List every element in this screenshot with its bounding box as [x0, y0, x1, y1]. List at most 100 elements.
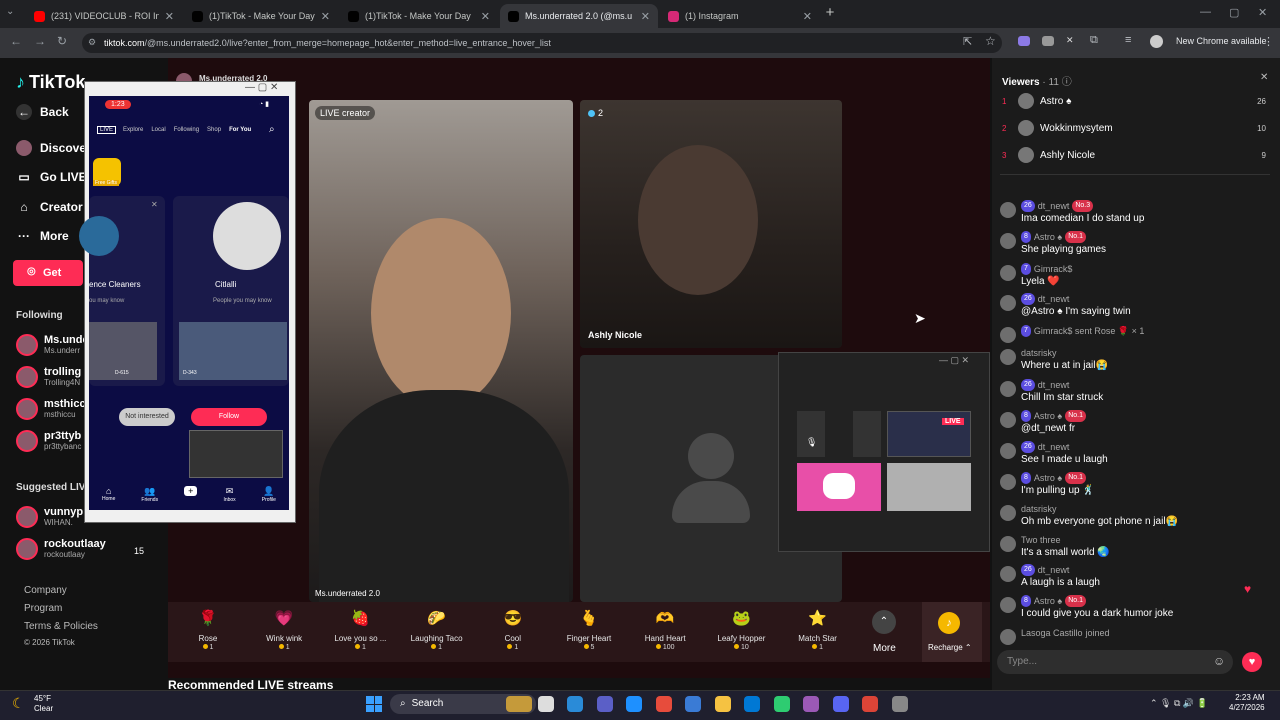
blank-tile[interactable]	[853, 411, 881, 457]
chat-message[interactable]: 8 Astro ♠ No.1 I'm pulling up 🕺	[1000, 472, 1272, 497]
extension-icon[interactable]	[1018, 36, 1030, 46]
chrome-icon[interactable]	[655, 696, 672, 712]
viewer-row[interactable]: 2 Wokkinmysytem 10	[1002, 120, 1266, 136]
xbox-icon[interactable]	[773, 696, 790, 712]
phone-nav-item[interactable]: ✉ Inbox	[223, 486, 235, 503]
tray-icons[interactable]: ⌃ 🎙 ⧉ 🔊 🔋	[1150, 698, 1208, 709]
phone-tab[interactable]: Following	[174, 127, 199, 133]
following-item[interactable]: msthicc msthiccu	[16, 398, 86, 420]
widget-icon[interactable]	[506, 696, 532, 712]
following-item[interactable]: pr3ttyb pr3ttybanc	[16, 430, 81, 452]
guest-video[interactable]: 2 Ashly Nicole	[580, 100, 842, 348]
chat-username[interactable]: Lasoga Castillo	[1021, 627, 1083, 639]
browser-tab[interactable]: (1)TikTok - Make Your Day ✕	[184, 4, 338, 28]
recharge-button[interactable]: Recharge ⌃	[928, 643, 972, 652]
nav-discover[interactable]: Discove	[16, 140, 86, 156]
outlook-icon[interactable]	[744, 696, 760, 712]
phone-nav-item[interactable]: 👥 Friends	[141, 486, 158, 503]
footer-link[interactable]: Company	[24, 585, 67, 596]
chat-message[interactable]: Lasoga Castillo joined	[1000, 627, 1272, 645]
dismiss-icon[interactable]: ✕	[151, 200, 158, 209]
following-item[interactable]: trolling Trolling4N	[16, 366, 81, 388]
chat-message[interactable]: 26 dt_newt No.3 Ima comedian I do stand up	[1000, 200, 1272, 225]
minimize-icon[interactable]: —	[1200, 6, 1211, 18]
chat-message[interactable]: 8 Astro ♠ No.1 I could give you a dark humo…	[1000, 595, 1272, 620]
browser-tab[interactable]: Ms.underrated 2.0 (@ms.u ✕	[500, 4, 658, 28]
chrome-menu-icon[interactable]: ⋮	[1263, 35, 1274, 48]
pip-preview[interactable]	[189, 430, 283, 478]
chat-username[interactable]: Gimrack$ sent Rose 🌹 × 1	[1034, 325, 1145, 337]
address-bar[interactable]: tiktok.com/@ms.underrated2.0/live?enter_…	[82, 33, 1002, 53]
settings-icon[interactable]	[891, 696, 908, 712]
open-in-app-icon[interactable]: ⇱	[963, 35, 972, 48]
new-chrome-available[interactable]: New Chrome available	[1176, 36, 1267, 46]
tab-search-icon[interactable]: ⌄	[6, 6, 14, 17]
discord-icon[interactable]	[832, 696, 849, 712]
viewer-row[interactable]: 1 Astro ♠ 26	[1002, 93, 1266, 109]
phone-nav-item[interactable]: 👤 Profile	[262, 486, 276, 503]
mic-tile[interactable]: 🎙	[797, 411, 825, 457]
get-coins-button[interactable]: ◎ Get	[13, 260, 83, 286]
gift-item[interactable]: 🫰 Finger Heart 5	[559, 608, 619, 651]
suggested-item[interactable]: vunnyp WIHAN.	[16, 506, 83, 528]
extensions-puzzle-icon[interactable]: ⧉	[1090, 34, 1098, 47]
photo-tile[interactable]	[887, 463, 971, 511]
phone-nav-item[interactable]: ⌂ Home	[102, 486, 115, 503]
reload-icon[interactable]: ↻	[57, 34, 67, 48]
chat-message[interactable]: 8 Astro ♠ No.1 She playing games	[1000, 231, 1272, 256]
suggested-card-2[interactable]: Citlalli People you may know D-343	[173, 196, 289, 386]
footer-link[interactable]: Program	[24, 603, 62, 614]
gift-item[interactable]: 😎 Cool 1	[483, 608, 543, 651]
teams-icon[interactable]	[596, 696, 613, 712]
extension-icon[interactable]: ✕	[1066, 35, 1074, 46]
chat-username[interactable]: Gimrack$	[1034, 263, 1073, 275]
gift-item[interactable]: 🌮 Laughing Taco 1	[407, 608, 467, 651]
profile-avatar[interactable]	[1150, 35, 1163, 48]
gift-item[interactable]: 🫶 Hand Heart 100	[635, 608, 695, 651]
host-video[interactable]: LIVE creator Ms.underrated 2.0	[309, 100, 573, 602]
new-tab-button[interactable]: +	[822, 5, 838, 22]
tiktok-logo[interactable]: ♪ TikTok	[16, 72, 85, 93]
chat-message[interactable]: 26 dt_newt @Astro ♠ I'm saying twin	[1000, 293, 1272, 318]
tab-close-icon[interactable]: ✕	[641, 10, 650, 23]
nav-more[interactable]: ··· More	[16, 228, 69, 244]
chat-message[interactable]: 7 Gimrack$ Lyela ❤️	[1000, 263, 1272, 288]
more-gifts-chevron-icon[interactable]: ⌃	[872, 610, 896, 634]
windows-start-icon[interactable]	[366, 696, 382, 712]
chat-username[interactable]: datsrisky	[1021, 503, 1057, 515]
chat-message[interactable]: 26 dt_newt See I made u laugh	[1000, 441, 1272, 466]
chrome-icon[interactable]	[862, 696, 878, 712]
maximize-icon[interactable]: ▢	[1229, 6, 1239, 19]
explorer-icon[interactable]	[714, 696, 731, 712]
gift-item[interactable]: 🌹 Rose 1	[178, 608, 238, 651]
suggested-item[interactable]: rockoutlaay rockoutlaay	[16, 538, 106, 560]
discord-tile[interactable]	[797, 463, 881, 511]
chat-username[interactable]: dt_newt	[1038, 293, 1070, 305]
gift-item[interactable]: 🐸 Leafy Hopper 10	[711, 608, 771, 651]
follow-button[interactable]: Follow	[191, 408, 267, 426]
task-view-icon[interactable]	[537, 696, 554, 712]
phone-tab[interactable]: Explore	[123, 127, 143, 133]
taskbar-clock[interactable]: 2:23 AM 4/27/2026	[1229, 693, 1265, 713]
following-item[interactable]: Ms.unde Ms.underr	[16, 334, 89, 356]
browser-tab[interactable]: (1)TikTok - Make Your Day ✕	[340, 4, 498, 28]
chat-message[interactable]: 7 Gimrack$ sent Rose 🌹 × 1	[1000, 325, 1272, 343]
back-arrow-icon[interactable]: ←	[10, 34, 22, 48]
chat-message[interactable]: datsrisky Where u at in jail😭	[1000, 347, 1272, 372]
chat-username[interactable]: dt_newt	[1038, 564, 1070, 576]
gift-heart-button[interactable]: ♥	[1242, 652, 1262, 672]
live-tv-icon[interactable]: LIVE	[97, 126, 117, 134]
chat-username[interactable]: Astro ♠	[1034, 231, 1062, 243]
footer-link[interactable]: Terms & Policies	[24, 621, 98, 632]
forward-arrow-icon[interactable]: →	[34, 34, 46, 48]
chat-message[interactable]: datsrisky Oh mb everyone got phone n jail…	[1000, 503, 1272, 528]
viewer-row[interactable]: 3 Ashly Nicole 9	[1002, 147, 1266, 163]
chat-username[interactable]: Astro ♠	[1034, 472, 1062, 484]
copilot-icon[interactable]	[626, 696, 642, 712]
app-icon[interactable]	[803, 696, 819, 712]
chat-username[interactable]: Astro ♠	[1034, 410, 1062, 422]
info-icon[interactable]: ⓘ	[1062, 77, 1072, 88]
store-icon[interactable]	[685, 696, 701, 712]
tab-close-icon[interactable]: ✕	[165, 10, 174, 23]
gift-item[interactable]: 💗 Wink wink 1	[254, 608, 314, 651]
